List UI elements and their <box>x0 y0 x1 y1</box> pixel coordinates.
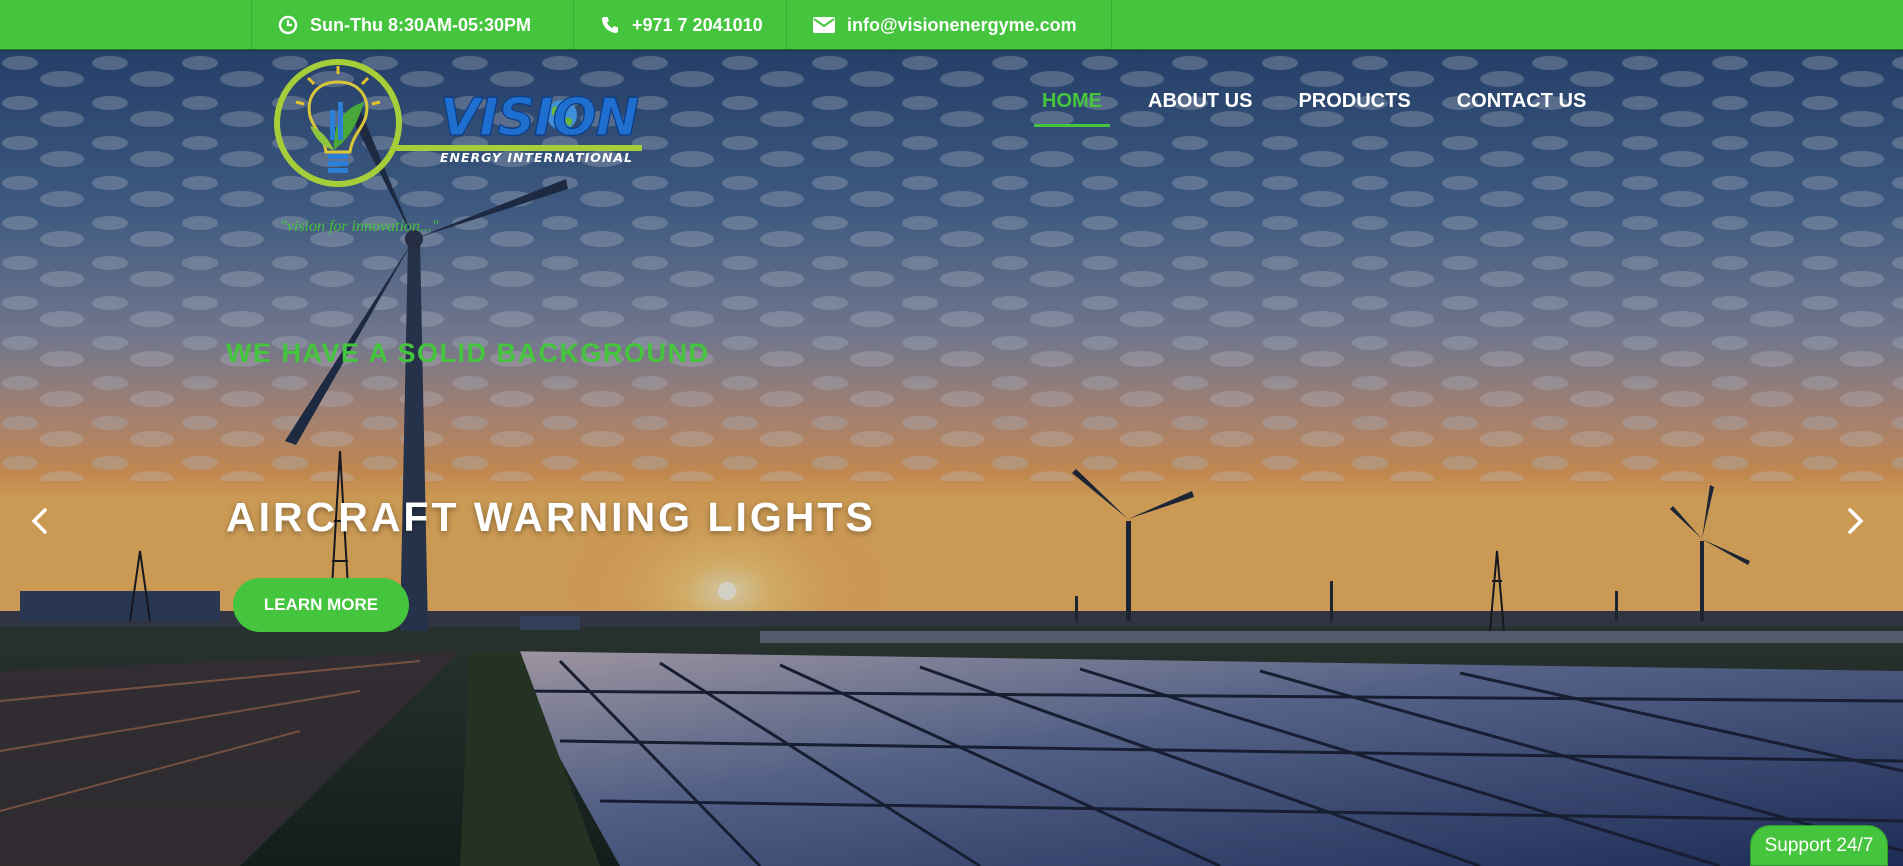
slider-next-button[interactable] <box>1840 506 1870 536</box>
main-navigation: HOME ABOUT US PRODUCTS CONTACT US <box>1030 80 1620 127</box>
top-info-bar: Sun-Thu 8:30AM-05:30PM +971 7 2041010 in… <box>0 0 1903 50</box>
hero-headline: AIRCRAFT WARNING LIGHTS <box>226 494 876 540</box>
email-info[interactable]: info@visionenergyme.com <box>786 0 1112 50</box>
nav-about-us[interactable]: ABOUT US <box>1136 80 1264 127</box>
support-chat-button[interactable]: Support 24/7 <box>1750 825 1888 866</box>
hours-text: Sun-Thu 8:30AM-05:30PM <box>310 14 532 35</box>
email-text[interactable]: info@visionenergyme.com <box>847 15 1077 36</box>
nav-home[interactable]: HOME <box>1030 80 1114 127</box>
logo-tagline: "vision for innovation..." <box>280 218 439 235</box>
clock-icon <box>278 15 298 35</box>
learn-more-button[interactable]: LEARN MORE <box>233 578 409 632</box>
chevron-right-icon <box>1848 508 1864 534</box>
nav-products[interactable]: PRODUCTS <box>1286 80 1422 127</box>
logo-subtitle: ENERGY INTERNATIONAL <box>440 150 633 165</box>
slider-prev-button[interactable] <box>25 506 55 536</box>
chevron-left-icon <box>31 508 47 534</box>
logo-brand-text: VISION <box>439 87 639 148</box>
nav-contact-us[interactable]: CONTACT US <box>1445 80 1599 127</box>
phone-text[interactable]: +971 7 2041010 <box>632 15 763 36</box>
site-logo[interactable]: VISION ENERGY INTERNATIONAL "vision for … <box>272 58 652 238</box>
hero-kicker: WE HAVE A SOLID BACKGROUND <box>226 338 710 368</box>
envelope-icon <box>813 17 835 33</box>
phone-info[interactable]: +971 7 2041010 <box>573 0 786 50</box>
phone-icon <box>602 17 618 33</box>
hours-info: Sun-Thu 8:30AM-05:30PM <box>251 0 573 50</box>
